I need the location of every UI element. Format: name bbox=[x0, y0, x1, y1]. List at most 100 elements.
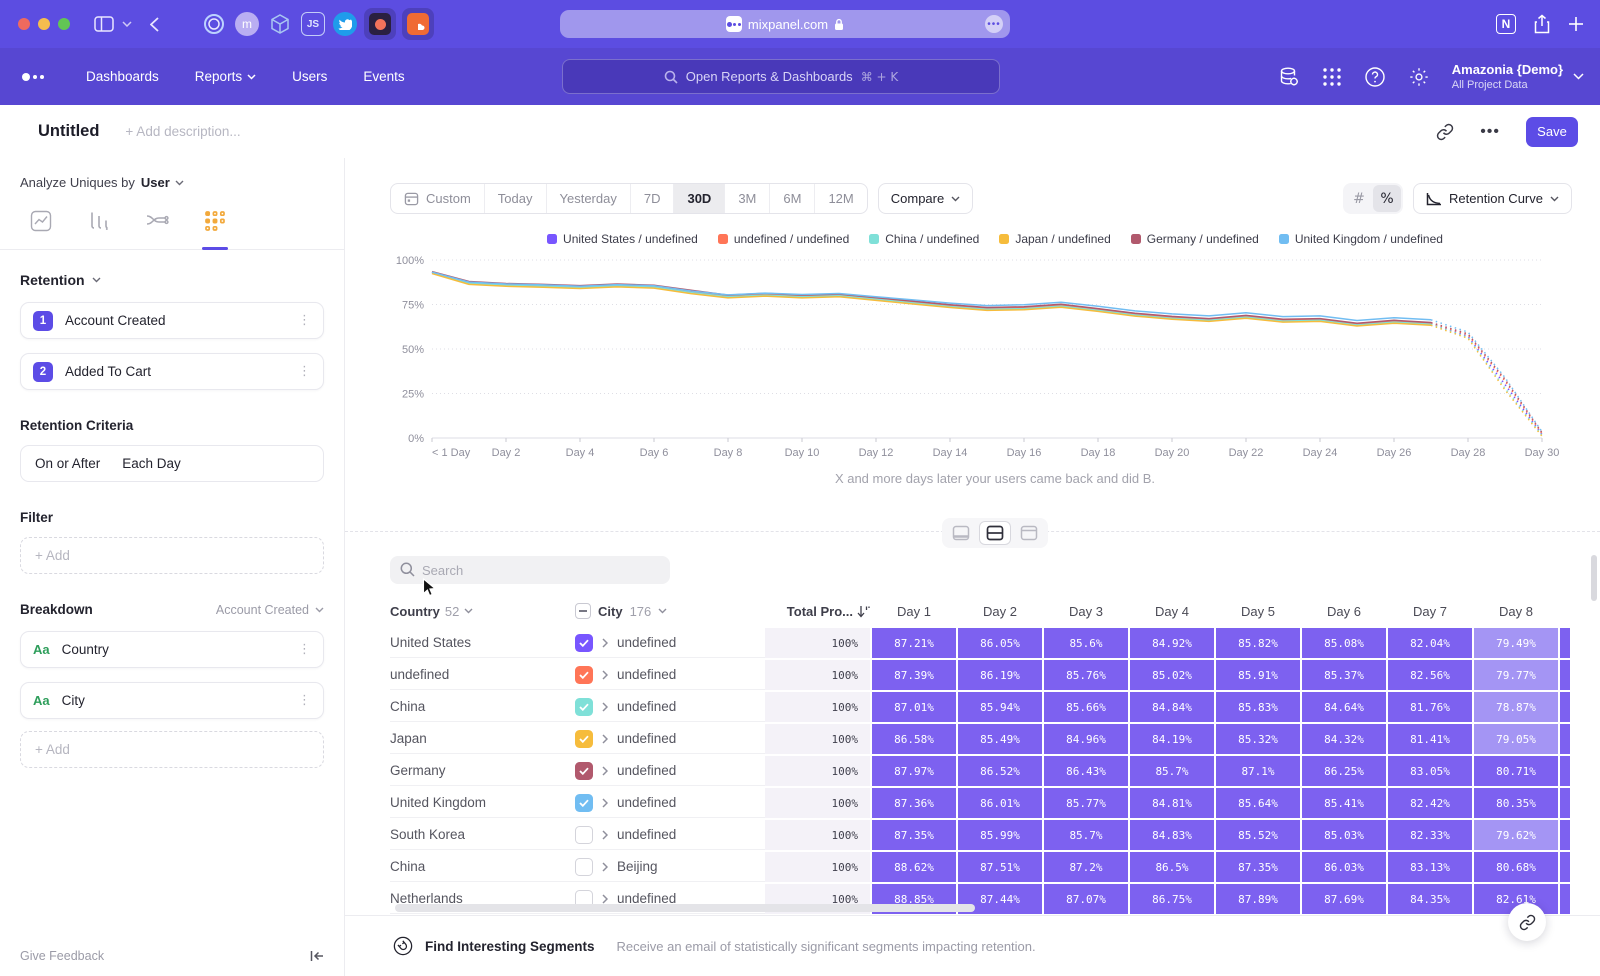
back-button-icon[interactable] bbox=[150, 17, 159, 32]
retention-value-cell[interactable]: 87.01% bbox=[872, 692, 956, 722]
retention-value-cell[interactable]: 87.07% bbox=[1044, 884, 1128, 914]
table-row[interactable]: China undefined 100% 87.01%85.94%85.66%8… bbox=[390, 692, 1600, 722]
range-6m[interactable]: 6M bbox=[770, 184, 815, 213]
day-column-header[interactable]: Day 3 bbox=[1044, 604, 1128, 619]
apps-grid-icon[interactable] bbox=[1322, 67, 1342, 87]
cube-extension-icon[interactable] bbox=[267, 11, 293, 37]
legend-item[interactable]: China / undefined bbox=[869, 232, 979, 246]
notion-extension-icon[interactable]: N bbox=[1496, 14, 1516, 34]
segment-search-input[interactable] bbox=[390, 556, 670, 584]
unit-absolute-button[interactable]: # bbox=[1345, 185, 1373, 212]
retention-value-cell[interactable]: 85.83% bbox=[1216, 692, 1300, 722]
retention-value-cell[interactable]: 82.04% bbox=[1388, 628, 1472, 658]
expand-chevron-icon[interactable] bbox=[602, 638, 608, 648]
row-checkbox-checked[interactable] bbox=[575, 666, 593, 684]
mixpanel-app-extension-icon[interactable] bbox=[364, 8, 396, 40]
find-segments-title[interactable]: Find Interesting Segments bbox=[425, 939, 595, 954]
retention-value-cell[interactable]: 84.35% bbox=[1388, 884, 1472, 914]
retention-value-cell[interactable]: 85.94% bbox=[958, 692, 1042, 722]
retention-value-cell[interactable]: 87.97% bbox=[872, 756, 956, 786]
compare-button[interactable]: Compare bbox=[878, 183, 973, 214]
chart-type-selector[interactable]: Retention Curve bbox=[1413, 183, 1572, 214]
retention-value-cell[interactable]: 85.32% bbox=[1216, 724, 1300, 754]
day-column-header[interactable]: Day 8 bbox=[1474, 604, 1558, 619]
day-column-header[interactable]: Day 5 bbox=[1216, 604, 1300, 619]
retention-value-cell[interactable]: 85.41% bbox=[1302, 788, 1386, 818]
range-3m[interactable]: 3M bbox=[725, 184, 770, 213]
retention-value-cell[interactable]: 87.1% bbox=[1216, 756, 1300, 786]
report-title[interactable]: Untitled bbox=[38, 122, 99, 141]
retention-value-cell[interactable]: 85.66% bbox=[1044, 692, 1128, 722]
data-management-icon[interactable] bbox=[1278, 66, 1300, 88]
settings-gear-icon[interactable] bbox=[1408, 66, 1430, 88]
retention-value-cell[interactable]: 79.49% bbox=[1474, 628, 1558, 658]
total-column-header[interactable]: Total Pro... bbox=[765, 604, 870, 619]
expand-chevron-icon[interactable] bbox=[602, 766, 608, 776]
target-extension-icon[interactable] bbox=[201, 11, 227, 37]
retention-value-cell[interactable]: 85.64% bbox=[1216, 788, 1300, 818]
retention-value-cell[interactable]: 87.21% bbox=[872, 628, 956, 658]
day-column-header[interactable]: Day 6 bbox=[1302, 604, 1386, 619]
global-search-button[interactable]: Open Reports & Dashboards ⌘ + K bbox=[562, 59, 1000, 94]
table-row[interactable]: undefined undefined 100% 87.39%86.19%85.… bbox=[390, 660, 1600, 690]
row-checkbox-checked[interactable] bbox=[575, 634, 593, 652]
retention-value-cell[interactable]: 82.42% bbox=[1388, 788, 1472, 818]
retention-value-cell[interactable]: 87.69% bbox=[1302, 884, 1386, 914]
retention-value-cell[interactable]: 84.19% bbox=[1130, 724, 1214, 754]
retention-chart-area[interactable]: 0%25%50%75%100%< 1 DayDay 2Day 4Day 6Day… bbox=[390, 254, 1600, 465]
share-link-floating-button[interactable] bbox=[1508, 903, 1546, 941]
add-breakdown-button[interactable]: + Add bbox=[20, 731, 324, 768]
retention-value-cell[interactable]: 85.52% bbox=[1216, 820, 1300, 850]
expand-chevron-icon[interactable] bbox=[602, 894, 608, 904]
retention-value-cell[interactable]: 85.99% bbox=[958, 820, 1042, 850]
add-description-button[interactable]: + Add description... bbox=[125, 124, 240, 139]
retention-value-cell[interactable]: 85.02% bbox=[1130, 660, 1214, 690]
retention-value-cell[interactable]: 85.49% bbox=[958, 724, 1042, 754]
range-yesterday[interactable]: Yesterday bbox=[547, 184, 631, 213]
retention-value-cell[interactable]: 81.76% bbox=[1388, 692, 1472, 722]
nav-item-dashboards[interactable]: Dashboards bbox=[86, 69, 159, 84]
retention-value-cell[interactable]: 86.05% bbox=[958, 628, 1042, 658]
row-checkbox-checked[interactable] bbox=[575, 762, 593, 780]
retention-value-cell[interactable]: 84.64% bbox=[1302, 692, 1386, 722]
retention-value-cell[interactable]: 85.82% bbox=[1216, 628, 1300, 658]
js-extension-icon[interactable]: JS bbox=[301, 12, 325, 36]
m-extension-icon[interactable]: m bbox=[235, 12, 259, 36]
retention-value-cell[interactable]: 85.08% bbox=[1302, 628, 1386, 658]
unit-percent-button[interactable]: % bbox=[1373, 185, 1401, 212]
bird-extension-icon[interactable] bbox=[333, 12, 357, 36]
row-checkbox-unchecked[interactable] bbox=[575, 858, 593, 876]
retention-value-cell[interactable]: 85.76% bbox=[1044, 660, 1128, 690]
select-all-checkbox[interactable] bbox=[575, 603, 591, 619]
range-7d[interactable]: 7D bbox=[631, 184, 675, 213]
project-switcher[interactable]: Amazonia {Demo} All Project Data bbox=[1452, 62, 1584, 91]
retention-value-cell[interactable]: 79.77% bbox=[1474, 660, 1558, 690]
soundcloud-extension-icon[interactable] bbox=[402, 8, 434, 40]
retention-step[interactable]: 1 Account Created⋮ bbox=[20, 302, 324, 339]
retention-value-cell[interactable]: 85.7% bbox=[1044, 820, 1128, 850]
retention-value-cell[interactable]: 87.36% bbox=[872, 788, 956, 818]
retention-value-cell[interactable]: 80.71% bbox=[1474, 756, 1558, 786]
expand-chevron-icon[interactable] bbox=[602, 830, 608, 840]
tab-retention[interactable] bbox=[200, 208, 230, 249]
tab-overview-chevron-icon[interactable] bbox=[122, 21, 132, 27]
retention-value-cell[interactable]: 78.87% bbox=[1474, 692, 1558, 722]
kebab-menu-icon[interactable]: ⋮ bbox=[298, 642, 311, 657]
retention-value-cell[interactable]: 85.7% bbox=[1130, 756, 1214, 786]
mixpanel-logo[interactable] bbox=[22, 73, 44, 81]
range-custom[interactable]: Custom bbox=[391, 184, 485, 213]
table-only-view-button[interactable] bbox=[1013, 521, 1045, 545]
page-settings-icon[interactable]: ••• bbox=[985, 15, 1003, 33]
legend-item[interactable]: United Kingdom / undefined bbox=[1279, 232, 1443, 246]
retention-value-cell[interactable]: 85.6% bbox=[1044, 628, 1128, 658]
minimize-window-button[interactable] bbox=[38, 18, 50, 30]
retention-value-cell[interactable]: 87.39% bbox=[872, 660, 956, 690]
row-checkbox-unchecked[interactable] bbox=[575, 826, 593, 844]
new-tab-icon[interactable] bbox=[1568, 16, 1584, 32]
retention-value-cell[interactable]: 80.35% bbox=[1474, 788, 1558, 818]
breakdown-property[interactable]: Aa Country⋮ bbox=[20, 631, 324, 668]
retention-value-cell[interactable]: 84.92% bbox=[1130, 628, 1214, 658]
retention-value-cell[interactable]: 79.62% bbox=[1474, 820, 1558, 850]
retention-value-cell[interactable]: 87.35% bbox=[872, 820, 956, 850]
expand-chevron-icon[interactable] bbox=[602, 798, 608, 808]
